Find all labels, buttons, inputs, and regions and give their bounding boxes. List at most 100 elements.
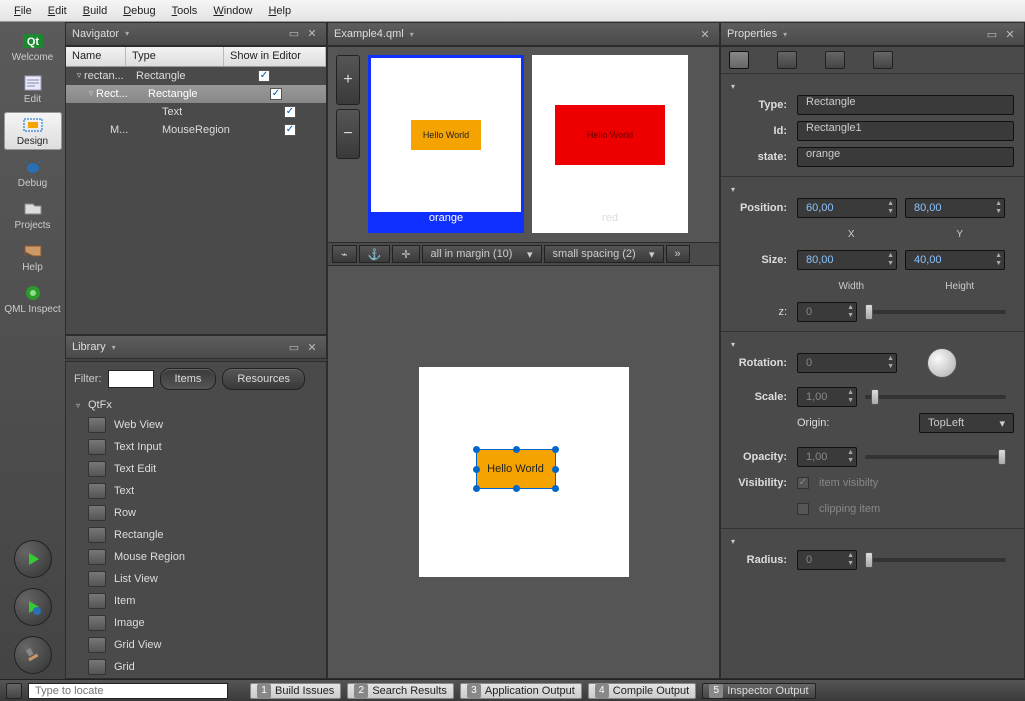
scale-input[interactable]: 1,00▲▼ <box>797 387 857 407</box>
mode-projects[interactable]: Projects <box>4 196 62 234</box>
document-menu[interactable]: ▾ <box>410 30 414 39</box>
rotation-knob[interactable] <box>927 348 957 378</box>
col-type[interactable]: Type <box>126 47 224 66</box>
resize-handle-nw[interactable] <box>473 446 480 453</box>
library-item-rectangle[interactable]: Rectangle <box>66 524 326 546</box>
col-show[interactable]: Show in Editor <box>224 47 326 66</box>
menu-build[interactable]: Build <box>75 3 115 19</box>
mode-welcome[interactable]: Qt Welcome <box>4 28 62 66</box>
scale-slider[interactable] <box>865 395 1006 399</box>
run-button[interactable] <box>14 540 52 578</box>
height-input[interactable]: 40,00▲▼ <box>905 250 1005 270</box>
output-tab-compile[interactable]: 4Compile Output <box>588 683 696 699</box>
library-item-webview[interactable]: Web View <box>66 414 326 436</box>
library-item-item[interactable]: Item <box>66 590 326 612</box>
mode-design[interactable]: Design <box>4 112 62 150</box>
library-item-mouseregion[interactable]: Mouse Region <box>66 546 326 568</box>
show-checkbox[interactable]: ✓ <box>258 70 270 82</box>
section-twisty[interactable]: ▾ <box>731 82 743 91</box>
library-item-gridview[interactable]: Grid View <box>66 634 326 656</box>
navigator-minimize[interactable]: ▭ <box>286 27 302 40</box>
opacity-input[interactable]: 1,00▲▼ <box>797 447 857 467</box>
state-card-orange[interactable]: Hello World orange <box>368 55 524 233</box>
mode-edit[interactable]: Edit <box>4 70 62 108</box>
menu-file[interactable]: File <box>6 3 40 19</box>
id-field[interactable]: Rectangle1 <box>797 121 1014 141</box>
nav-row[interactable]: ▿ Rect... Rectangle ✓ <box>66 85 326 103</box>
library-item-textedit[interactable]: Text Edit <box>66 458 326 480</box>
run-debug-button[interactable] <box>14 588 52 626</box>
resize-handle-n[interactable] <box>513 446 520 453</box>
margin-combo[interactable]: all in margin (10)▾ <box>422 245 542 263</box>
resize-handle-s[interactable] <box>513 485 520 492</box>
y-input[interactable]: 80,00▲▼ <box>905 198 1005 218</box>
section-twisty[interactable]: ▾ <box>731 537 743 546</box>
radius-input[interactable]: 0▲▼ <box>797 550 857 570</box>
spacing-combo[interactable]: small spacing (2)▾ <box>544 245 664 263</box>
build-button[interactable] <box>14 636 52 674</box>
items-tab[interactable]: Items <box>160 368 217 390</box>
show-checkbox[interactable]: ✓ <box>270 88 282 100</box>
menu-tools[interactable]: Tools <box>164 3 206 19</box>
resize-handle-w[interactable] <box>473 466 480 473</box>
x-input[interactable]: 60,00▲▼ <box>797 198 897 218</box>
twisty-icon[interactable]: ▿ <box>86 88 96 99</box>
mode-qml-inspect[interactable]: QML Inspect <box>4 280 62 318</box>
navigator-menu[interactable]: ▾ <box>125 29 129 38</box>
origin-combo[interactable]: TopLeft▾ <box>919 413 1014 433</box>
more-button[interactable]: » <box>666 245 690 263</box>
mode-debug[interactable]: Debug <box>4 154 62 192</box>
output-tab-build[interactable]: 1Build Issues <box>250 683 341 699</box>
resize-handle-ne[interactable] <box>552 446 559 453</box>
root-rectangle[interactable]: Hello World <box>419 367 629 577</box>
prop-tab-extra[interactable] <box>873 51 893 69</box>
show-checkbox[interactable]: ✓ <box>284 124 296 136</box>
library-item-textinput[interactable]: Text Input <box>66 436 326 458</box>
locator-input[interactable] <box>28 683 228 699</box>
opacity-slider[interactable] <box>865 455 1006 459</box>
navigator-close[interactable]: ✕ <box>304 27 320 40</box>
clipping-checkbox[interactable] <box>797 503 809 515</box>
library-close[interactable]: ✕ <box>304 341 320 354</box>
menu-help[interactable]: Help <box>260 3 299 19</box>
zoom-in-button[interactable]: + <box>336 55 360 105</box>
library-group[interactable]: ▿QtFx <box>66 396 326 414</box>
menu-edit[interactable]: Edit <box>40 3 75 19</box>
twisty-icon[interactable]: ▿ <box>74 70 84 81</box>
resize-handle-se[interactable] <box>552 485 559 492</box>
output-tab-inspector[interactable]: 5Inspector Output <box>702 683 815 699</box>
state-card-red[interactable]: Hello World red <box>532 55 688 233</box>
library-item-listview[interactable]: List View <box>66 568 326 590</box>
zoom-out-button[interactable]: − <box>336 109 360 159</box>
z-input[interactable]: 0▲▼ <box>797 302 857 322</box>
show-checkbox[interactable]: ✓ <box>284 106 296 118</box>
mode-help[interactable]: Help <box>4 238 62 276</box>
anchor-button[interactable]: ⚓ <box>359 245 391 263</box>
resize-handle-e[interactable] <box>552 466 559 473</box>
nav-row[interactable]: M... MouseRegion ✓ <box>66 121 326 139</box>
snap-button[interactable]: ⌁ <box>332 245 357 263</box>
library-minimize[interactable]: ▭ <box>286 341 302 354</box>
resources-tab[interactable]: Resources <box>222 368 305 390</box>
menu-window[interactable]: Window <box>205 3 260 19</box>
nav-row[interactable]: Text ✓ <box>66 103 326 121</box>
library-item-grid[interactable]: Grid <box>66 656 326 678</box>
library-menu[interactable]: ▾ <box>112 343 116 352</box>
filter-input[interactable] <box>108 370 154 388</box>
output-tab-search[interactable]: 2Search Results <box>347 683 454 699</box>
selected-rectangle[interactable]: Hello World <box>476 449 556 489</box>
prop-tab-general[interactable] <box>729 51 749 69</box>
section-twisty[interactable]: ▾ <box>731 340 743 349</box>
radius-slider[interactable] <box>865 558 1006 562</box>
library-item-image[interactable]: Image <box>66 612 326 634</box>
section-twisty[interactable]: ▾ <box>731 185 743 194</box>
nav-row[interactable]: ▿ rectan... Rectangle ✓ <box>66 67 326 85</box>
resize-handle-sw[interactable] <box>473 485 480 492</box>
properties-close[interactable]: ✕ <box>1002 28 1018 41</box>
toggle-sidebar-button[interactable] <box>6 683 22 699</box>
menu-debug[interactable]: Debug <box>115 3 163 19</box>
visibility-checkbox[interactable]: ✓ <box>797 477 809 489</box>
rotation-input[interactable]: 0▲▼ <box>797 353 897 373</box>
state-field[interactable]: orange <box>797 147 1014 167</box>
z-slider[interactable] <box>865 310 1006 314</box>
